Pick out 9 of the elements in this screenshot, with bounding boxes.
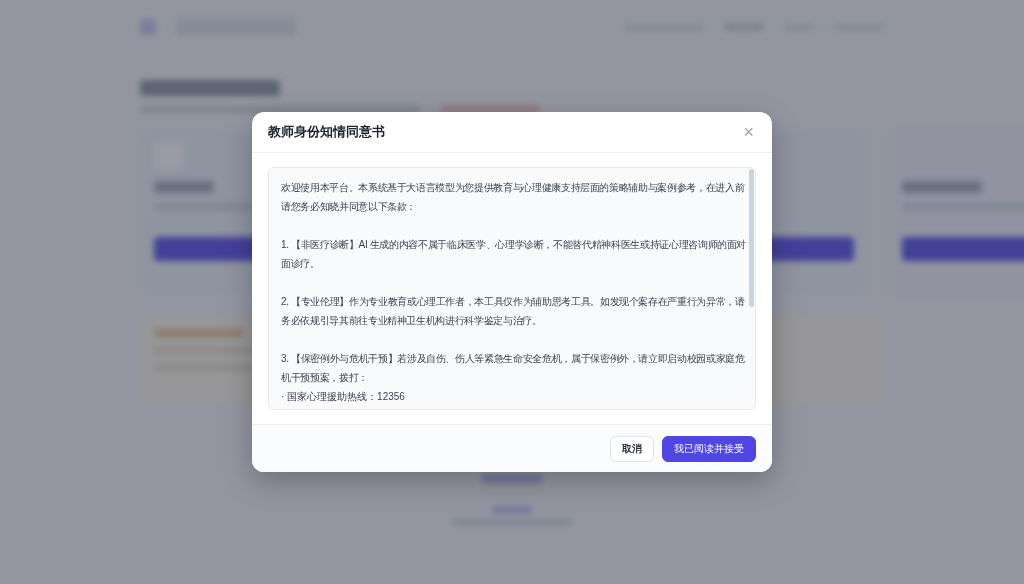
scrollbar-thumb[interactable] <box>749 169 754 307</box>
accept-button[interactable]: 我已阅读并接受 <box>662 435 756 462</box>
dialog-title: 教师身份知情同意书 <box>268 123 385 141</box>
terms-paragraph: 欢迎使用本平台。本系统基于大语言模型为您提供教育与心理健康支持层面的策略辅助与案例参考，在进入前请您务必知晓并同意以下条款： <box>281 181 746 214</box>
terms-paragraph: 1. 【非医疗诊断】AI 生成的内容不属于临床医学、心理学诊断，不能替代精神科医生或持证心理咨询师的面对面诊疗。 <box>281 238 747 271</box>
hotline-text: · 国家心理援助热线：12356 <box>281 390 406 404</box>
terms-paragraph: 3. 【保密例外与危机干预】若涉及自伤、伤人等紧急生命安全危机，属于保密例外，请立即启动校园或家庭危机干预预案，拨打： <box>281 352 746 385</box>
cancel-button[interactable]: 取消 <box>610 435 654 462</box>
terms-paragraph: 2. 【专业伦理】作为专业教育或心理工作者，本工具仅作为辅助思考工具。如发现个案存在严重行为异常，请务必依规引导其前往专业精神卫生机构进行科学鉴定与治疗。 <box>281 295 746 328</box>
